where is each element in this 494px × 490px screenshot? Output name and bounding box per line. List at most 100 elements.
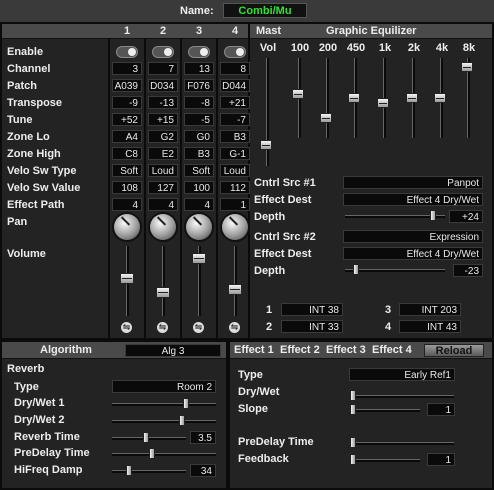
effect-drywet-slider[interactable]: [350, 395, 454, 398]
pan-knob-3[interactable]: [186, 214, 212, 240]
zone-lo-field-3[interactable]: G0: [184, 130, 214, 143]
zone-lo-field-1[interactable]: A4: [112, 130, 142, 143]
channel-field-1[interactable]: 3: [112, 62, 142, 75]
volume-fader-thumb-2[interactable]: [156, 287, 170, 298]
slot-2-field[interactable]: INT 33: [281, 320, 343, 333]
alg-reverb-time-value[interactable]: 3.5: [190, 431, 216, 444]
volume-fader-track-2[interactable]: [162, 246, 165, 316]
slot-3-field[interactable]: INT 203: [399, 303, 461, 316]
eq-band-thumb-8k[interactable]: [461, 62, 473, 72]
effect-path-field-2[interactable]: 4: [148, 198, 178, 211]
velo-type-field-3[interactable]: Soft: [184, 164, 214, 177]
effect-type-field[interactable]: Early Ref1: [349, 368, 455, 381]
effect-slope-slider[interactable]: [350, 409, 420, 412]
depth-2-value[interactable]: -23: [453, 264, 483, 277]
enable-toggle-3[interactable]: [188, 46, 210, 58]
eq-band-track-200[interactable]: [326, 58, 329, 138]
tune-field-1[interactable]: +52: [112, 113, 142, 126]
link-icon-2[interactable]: ⇋: [157, 322, 168, 333]
link-icon-4[interactable]: ⇋: [229, 322, 240, 333]
effect-feedback-slider[interactable]: [350, 459, 420, 462]
eq-band-thumb-2k[interactable]: [406, 93, 418, 103]
effect-path-field-1[interactable]: 4: [112, 198, 142, 211]
depth-2-thumb[interactable]: [353, 264, 359, 275]
patch-field-2[interactable]: D034: [148, 79, 178, 92]
effect-path-field-3[interactable]: 4: [184, 198, 214, 211]
alg-dry-wet-1-thumb[interactable]: [183, 398, 189, 409]
slot-1-field[interactable]: INT 38: [281, 303, 343, 316]
tune-field-4[interactable]: -7: [220, 113, 250, 126]
effect-feedback-thumb[interactable]: [350, 454, 356, 465]
zone-high-field-3[interactable]: B3: [184, 147, 214, 160]
alg-hifreq-damp-thumb[interactable]: [126, 465, 132, 476]
link-icon-3[interactable]: ⇋: [193, 322, 204, 333]
effect-predelay-slider[interactable]: [350, 442, 454, 445]
enable-toggle-4[interactable]: [224, 46, 246, 58]
velo-value-field-3[interactable]: 100: [184, 181, 214, 194]
patch-field-1[interactable]: A039: [112, 79, 142, 92]
channel-field-3[interactable]: 13: [184, 62, 214, 75]
eq-band-thumb-450[interactable]: [348, 93, 360, 103]
channel-field-4[interactable]: 8: [220, 62, 250, 75]
effect-path-field-4[interactable]: 1: [220, 198, 250, 211]
eq-band-thumb-1k[interactable]: [377, 98, 389, 108]
effect-dest-1-field[interactable]: Effect 4 Dry/Wet: [343, 193, 483, 206]
alg-reverb-time-thumb[interactable]: [143, 432, 149, 443]
zone-high-field-4[interactable]: G-1: [220, 147, 250, 160]
slot-4-field[interactable]: INT 43: [399, 320, 461, 333]
patch-field-3[interactable]: F076: [184, 79, 214, 92]
tune-field-3[interactable]: -5: [184, 113, 214, 126]
effect-slope-value[interactable]: 1: [427, 403, 455, 416]
cntrl-src-2-field[interactable]: Expression: [343, 230, 483, 243]
volume-fader-thumb-3[interactable]: [192, 253, 206, 264]
channel-field-2[interactable]: 7: [148, 62, 178, 75]
eq-band-thumb-100[interactable]: [292, 89, 304, 99]
velo-type-field-4[interactable]: Loud: [220, 164, 250, 177]
alg-hifreq-damp-value[interactable]: 34: [190, 464, 216, 477]
eq-band-thumb-200[interactable]: [320, 113, 332, 123]
transpose-field-1[interactable]: -9: [112, 96, 142, 109]
velo-value-field-2[interactable]: 127: [148, 181, 178, 194]
alg-type-field[interactable]: Room 2: [112, 380, 216, 393]
pan-knob-4[interactable]: [222, 214, 248, 240]
depth-1-value[interactable]: +24: [449, 210, 483, 223]
alg-dry-wet-2-thumb[interactable]: [179, 415, 185, 426]
zone-high-field-2[interactable]: E2: [148, 147, 178, 160]
cntrl-src-1-field[interactable]: Panpot: [343, 176, 483, 189]
algorithm-field[interactable]: Alg 3: [125, 344, 221, 357]
alg-hifreq-damp-slider[interactable]: [112, 470, 186, 473]
patch-field-4[interactable]: D044: [220, 79, 250, 92]
depth-2-slider[interactable]: [345, 269, 445, 272]
velo-type-field-2[interactable]: Loud: [148, 164, 178, 177]
tab-effect-1[interactable]: Effect 1: [234, 344, 274, 356]
effect-dest-2-field[interactable]: Effect 4 Dry/Wet: [343, 247, 483, 260]
velo-type-field-1[interactable]: Soft: [112, 164, 142, 177]
tab-effect-2[interactable]: Effect 2: [280, 344, 320, 356]
velo-value-field-1[interactable]: 108: [112, 181, 142, 194]
transpose-field-2[interactable]: -13: [148, 96, 178, 109]
name-field[interactable]: Combi/Mu: [223, 3, 307, 18]
alg-predelay-time-thumb[interactable]: [149, 448, 155, 459]
tab-effect-4[interactable]: Effect 4: [372, 344, 412, 356]
pan-knob-1[interactable]: [114, 214, 140, 240]
volume-fader-track-4[interactable]: [234, 246, 237, 316]
tune-field-2[interactable]: +15: [148, 113, 178, 126]
depth-1-thumb[interactable]: [430, 210, 436, 221]
zone-lo-field-4[interactable]: B3: [220, 130, 250, 143]
effect-feedback-value[interactable]: 1: [427, 453, 455, 466]
alg-dry-wet-2-slider[interactable]: [112, 420, 216, 423]
effect-slope-thumb[interactable]: [350, 404, 356, 415]
reload-button[interactable]: Reload: [424, 344, 484, 357]
enable-toggle-1[interactable]: [116, 46, 138, 58]
pan-knob-2[interactable]: [150, 214, 176, 240]
volume-fader-thumb-4[interactable]: [228, 284, 242, 295]
effect-predelay-thumb[interactable]: [350, 437, 356, 448]
transpose-field-3[interactable]: -8: [184, 96, 214, 109]
transpose-field-4[interactable]: +21: [220, 96, 250, 109]
eq-band-thumb-4k[interactable]: [434, 93, 446, 103]
alg-predelay-time-slider[interactable]: [112, 453, 216, 456]
velo-value-field-4[interactable]: 112: [220, 181, 250, 194]
enable-toggle-2[interactable]: [152, 46, 174, 58]
zone-high-field-1[interactable]: C8: [112, 147, 142, 160]
tab-effect-3[interactable]: Effect 3: [326, 344, 366, 356]
